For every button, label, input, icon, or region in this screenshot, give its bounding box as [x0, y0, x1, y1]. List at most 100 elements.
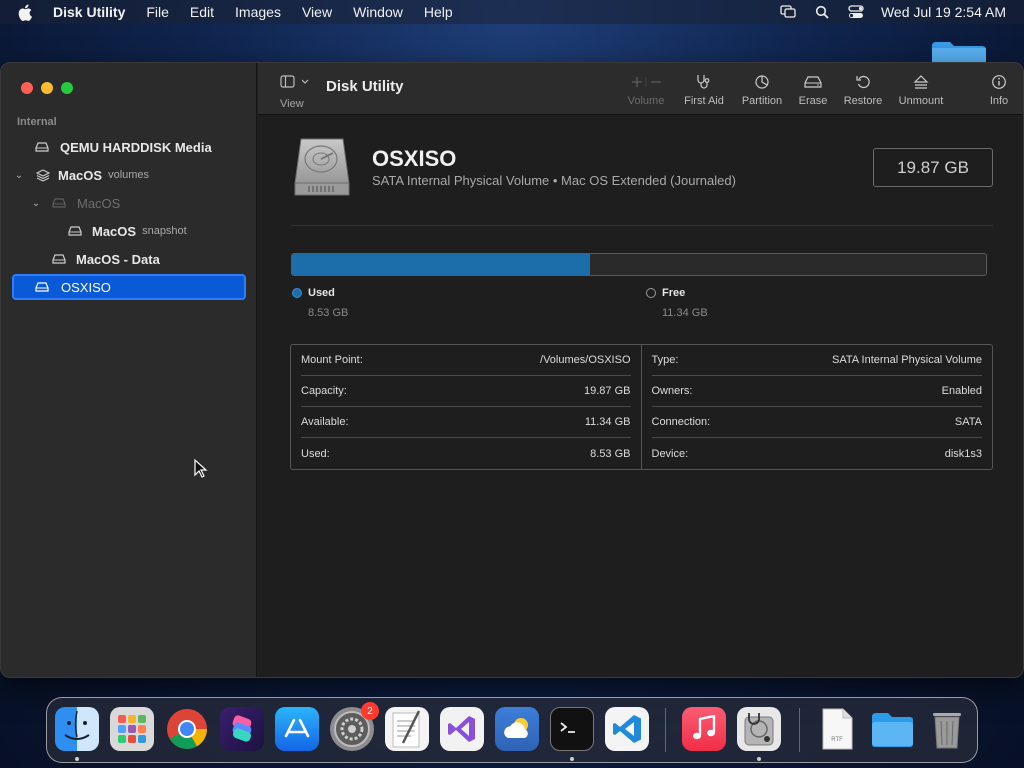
- toolbar-button-label: Restore: [843, 95, 883, 107]
- volume-size-badge: 19.87 GB: [873, 148, 993, 187]
- sidebar-section-internal: Internal: [17, 116, 57, 128]
- info-value: 19.87 GB: [584, 385, 631, 397]
- usage-bar: [291, 253, 987, 276]
- menu-window[interactable]: Window: [353, 4, 403, 20]
- dock: 2 RTF: [46, 697, 978, 763]
- launchpad-icon[interactable]: [110, 707, 154, 751]
- info-value: 8.53 GB: [590, 447, 631, 460]
- info-label: Used:: [301, 447, 330, 460]
- disclosure-chevron-icon[interactable]: ⌄: [30, 198, 42, 209]
- weather-icon[interactable]: [495, 707, 539, 751]
- disk-drive-icon: [67, 225, 83, 237]
- menu-clock[interactable]: Wed Jul 19 2:54 AM: [881, 4, 1006, 20]
- info-label: Owners:: [651, 385, 693, 397]
- first-aid-button[interactable]: First Aid: [678, 73, 730, 107]
- info-label: Device:: [651, 447, 689, 460]
- finder-icon[interactable]: [55, 707, 99, 751]
- disk-utility-icon[interactable]: [737, 707, 781, 751]
- vscode-icon[interactable]: [605, 707, 649, 751]
- disk-drive-icon: [51, 253, 67, 265]
- info-label: Connection:: [651, 416, 711, 428]
- terminal-icon[interactable]: [550, 707, 594, 751]
- used-color-dot: [292, 288, 302, 298]
- document-type-label: RTF: [831, 737, 843, 743]
- folder-icon[interactable]: [870, 707, 914, 751]
- menu-edit[interactable]: Edit: [190, 4, 214, 20]
- pie-chart-icon: [738, 73, 786, 91]
- music-icon[interactable]: [682, 707, 726, 751]
- sidebar-item-qemu-harddisk[interactable]: QEMU HARDDISK Media: [34, 135, 212, 159]
- info-table: Mount Point: /Volumes/OSXISO Capacity: 1…: [290, 344, 993, 470]
- zoom-button[interactable]: [61, 82, 73, 94]
- document-icon[interactable]: RTF: [815, 707, 859, 751]
- app-store-icon[interactable]: [275, 707, 319, 751]
- visual-studio-icon[interactable]: [440, 707, 484, 751]
- textedit-icon[interactable]: [385, 707, 429, 751]
- info-value: SATA: [954, 416, 982, 428]
- dock-separator: [799, 708, 800, 752]
- partition-button[interactable]: Partition: [738, 73, 786, 107]
- sidebar-item-macos-data[interactable]: MacOS - Data: [51, 247, 160, 271]
- volume-name: OSXISO: [372, 146, 457, 171]
- toolbar-button-label: First Aid: [684, 95, 724, 107]
- menu-app-name[interactable]: Disk Utility: [53, 4, 125, 20]
- close-button[interactable]: [21, 82, 33, 94]
- info-column-left: Mount Point: /Volumes/OSXISO Capacity: 1…: [291, 345, 642, 469]
- disk-drive-icon: [34, 281, 50, 293]
- free-color-dot: [646, 288, 656, 298]
- spotlight-search-icon[interactable]: [813, 4, 831, 20]
- info-row-capacity: Capacity: 19.87 GB: [301, 376, 631, 407]
- view-button[interactable]: View: [280, 75, 320, 110]
- sidebar-item-sublabel: snapshot: [142, 225, 187, 237]
- screen-mirroring-icon[interactable]: [779, 4, 797, 20]
- info-value: Enabled: [941, 385, 982, 397]
- sidebar: Internal QEMU HARDDISK Media ⌄ MacOS vol…: [1, 63, 257, 677]
- legend-free-value: 11.34 GB: [662, 307, 708, 319]
- legend-used-label: Used: [308, 287, 335, 299]
- control-center-icon[interactable]: [847, 4, 865, 20]
- chrome-icon[interactable]: [165, 707, 209, 751]
- trash-icon[interactable]: [925, 707, 969, 751]
- stethoscope-icon: [678, 73, 730, 91]
- info-row-used: Used: 8.53 GB: [301, 438, 631, 469]
- sidebar-item-macos-snapshot[interactable]: MacOS snapshot: [67, 219, 187, 243]
- sidebar-item-macos-volume[interactable]: ⌄ MacOS: [30, 191, 121, 215]
- legend-free: Free 11.34 GB: [646, 287, 708, 319]
- menu-images[interactable]: Images: [235, 4, 281, 20]
- running-indicator: [757, 757, 761, 761]
- info-icon: [986, 73, 1012, 91]
- menu-file[interactable]: File: [146, 4, 169, 20]
- volumes-stack-icon: [35, 168, 51, 182]
- window-controls: [21, 82, 81, 94]
- sidebar-item-macos-container[interactable]: ⌄ MacOS volumes: [13, 163, 149, 187]
- hard-disk-icon: [293, 137, 351, 197]
- desktop-folder-icon[interactable]: [930, 40, 988, 62]
- menu-help[interactable]: Help: [424, 4, 453, 20]
- sidebar-item-label: MacOS: [92, 223, 137, 239]
- menu-bar: Disk Utility File Edit Images View Windo…: [0, 0, 1024, 24]
- restore-button[interactable]: Restore: [842, 73, 884, 107]
- unmount-button[interactable]: Unmount: [896, 73, 946, 107]
- volume-button[interactable]: Volume: [624, 73, 668, 107]
- disk-utility-window: Internal QEMU HARDDISK Media ⌄ MacOS vol…: [0, 62, 1024, 678]
- info-row-mount-point: Mount Point: /Volumes/OSXISO: [301, 345, 631, 376]
- restore-icon: [842, 73, 884, 91]
- view-button-label: View: [280, 98, 304, 110]
- plus-minus-icon: [624, 73, 668, 91]
- apple-menu-icon[interactable]: [18, 3, 36, 21]
- sidebar-item-osxiso[interactable]: OSXISO: [12, 274, 246, 300]
- erase-button[interactable]: Erase: [796, 73, 830, 107]
- running-indicator: [75, 757, 79, 761]
- toolbar-button-label: Volume: [627, 95, 665, 107]
- info-label: Available:: [301, 416, 349, 428]
- info-value: 11.34 GB: [584, 416, 631, 428]
- minimize-button[interactable]: [41, 82, 53, 94]
- info-label: Capacity:: [301, 385, 347, 397]
- notification-badge: 2: [361, 702, 379, 720]
- info-button[interactable]: Info: [986, 73, 1012, 107]
- disclosure-chevron-icon[interactable]: ⌄: [13, 170, 25, 181]
- menu-view[interactable]: View: [302, 4, 332, 20]
- toolbar-button-label: Erase: [798, 95, 828, 107]
- toolbar: View Disk Utility Volume First Aid Parti…: [258, 63, 1023, 115]
- shortcuts-icon[interactable]: [220, 707, 264, 751]
